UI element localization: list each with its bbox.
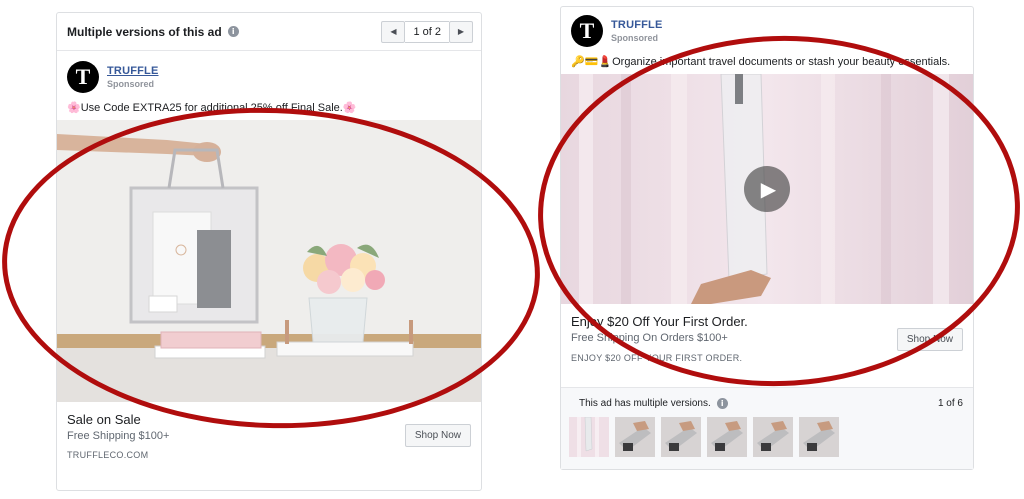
ad-headline: Enjoy $20 Off Your First Order. <box>571 314 748 329</box>
sponsored-label: Sponsored <box>107 79 155 89</box>
multiple-versions-header: This ad has multiple versions. i 1 of 6 <box>561 388 973 409</box>
sponsored-label: Sponsored <box>611 33 659 43</box>
info-icon[interactable]: i <box>716 398 728 409</box>
ad-primary-text: 🌸Use Code EXTRA25 for additional 25% off… <box>57 101 481 114</box>
version-page-indicator: 1 of 2 <box>405 20 449 43</box>
ad-header: T TRUFFLE Sponsored <box>561 15 973 47</box>
play-button[interactable]: ▶ <box>744 166 790 212</box>
previous-version-button[interactable]: ◀ <box>381 20 406 43</box>
version-thumbnail[interactable] <box>707 417 747 457</box>
ad-caption: ENJOY $20 OFF YOUR FIRST ORDER. <box>571 353 743 363</box>
version-thumbnail[interactable] <box>799 417 839 457</box>
brand-name-link[interactable]: TRUFFLE <box>611 19 663 31</box>
ad-footer: Sale on Sale Free Shipping $100+ TRUFFLE… <box>57 412 481 460</box>
version-thumbnail[interactable] <box>615 417 655 457</box>
next-version-button[interactable]: ▶ <box>449 20 473 43</box>
ad-primary-text: 🔑💳💄Organize important travel documents o… <box>561 55 973 68</box>
ad-primary-text-body: Organize important travel documents or s… <box>612 56 951 68</box>
brand-logo[interactable]: T <box>571 15 603 47</box>
product-photo <box>57 120 481 402</box>
ad-header: T TRUFFLE Sponsored <box>57 61 481 93</box>
shop-now-button[interactable]: Shop Now <box>404 424 471 447</box>
version-pager: ◀ 1 of 2 ▶ <box>381 20 473 43</box>
version-thumbnail[interactable] <box>753 417 793 457</box>
version-thumbnail[interactable] <box>569 417 609 457</box>
versions-title: Multiple versions of this ad <box>67 24 222 39</box>
brand-block: TRUFFLE Sponsored <box>107 65 159 89</box>
ad-footer: Enjoy $20 Off Your First Order. Free Shi… <box>561 314 973 363</box>
shop-now-button[interactable]: Shop Now <box>896 328 963 351</box>
flower-emoji: 🌸 <box>342 101 357 114</box>
multiple-versions-label: This ad has multiple versions. <box>579 398 711 409</box>
play-icon: ▶ <box>760 177 777 201</box>
versions-bar: Multiple versions of this ad i ◀ 1 of 2 … <box>57 13 481 51</box>
brand-name-link[interactable]: TRUFFLE <box>107 65 159 77</box>
version-count: 1 of 6 <box>937 398 963 409</box>
multiple-versions-footer: This ad has multiple versions. i 1 of 6 <box>561 387 973 469</box>
brand-logo[interactable]: T <box>67 61 99 93</box>
brand-block: TRUFFLE Sponsored <box>611 19 663 43</box>
version-thumbnails <box>561 409 973 457</box>
ad-domain: TRUFFLECO.COM <box>67 450 149 460</box>
version-thumbnail[interactable] <box>661 417 701 457</box>
ad-card-right: T TRUFFLE Sponsored 🔑💳💄Organize importan… <box>560 6 974 470</box>
ad-product-image[interactable] <box>57 120 481 402</box>
ad-primary-text-body: Use Code EXTRA25 for additional 25% off … <box>80 102 343 114</box>
ad-video[interactable]: ▶ <box>561 74 973 304</box>
flower-emoji: 🌸 <box>67 101 81 114</box>
key-card-lipstick-emoji: 🔑💳💄 <box>571 55 613 68</box>
ad-card-left: Multiple versions of this ad i ◀ 1 of 2 … <box>56 12 482 491</box>
info-icon[interactable]: i <box>227 26 239 37</box>
